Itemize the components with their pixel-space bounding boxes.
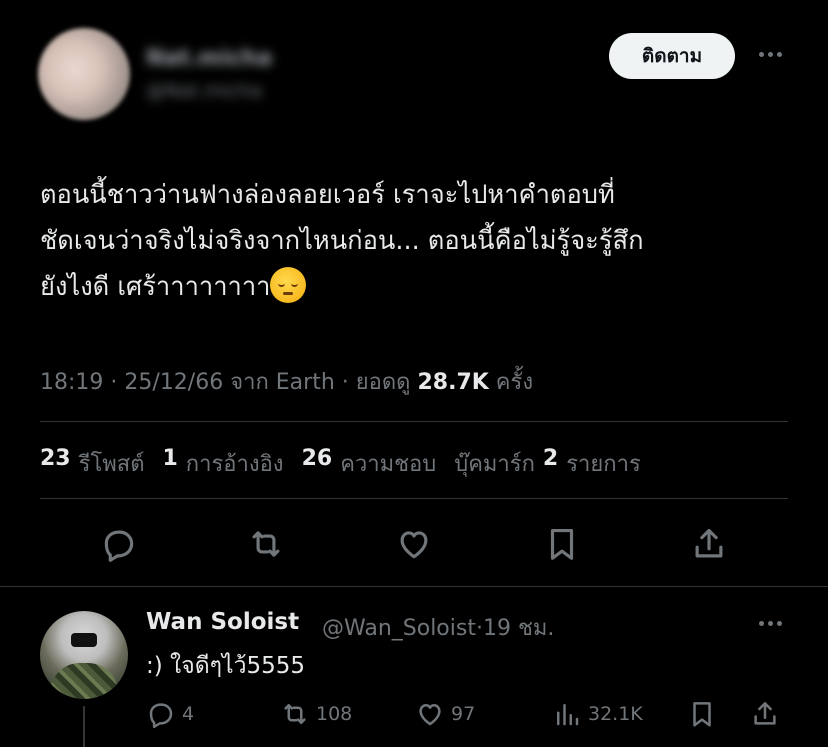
reply-text: :) ใจดีๆไว้5555 [146, 653, 306, 679]
reply-more-options-icon[interactable] [752, 608, 788, 638]
like-icon[interactable] [394, 524, 434, 564]
repost-count[interactable]: 23 [40, 446, 71, 481]
share-icon[interactable] [689, 524, 729, 564]
bookmark-icon [693, 702, 711, 727]
repost-icon[interactable] [246, 524, 286, 564]
reply-icon[interactable] [99, 524, 139, 564]
follow-button[interactable]: ติดตาม [609, 33, 735, 79]
reply-like-button[interactable]: 97 [415, 697, 475, 731]
more-options-icon[interactable] [752, 36, 788, 72]
pensive-face-emoji-icon [270, 267, 307, 303]
author-handle[interactable]: @Nat.micha [146, 80, 262, 102]
share-icon [754, 702, 776, 725]
reply-reposts-count: 108 [316, 703, 353, 725]
divider [0, 586, 828, 587]
repost-icon [284, 704, 306, 724]
reply-repost-button[interactable]: 108 [280, 697, 352, 731]
like-count[interactable]: 26 [302, 446, 333, 481]
reply-share-button[interactable] [750, 697, 780, 731]
like-icon [419, 704, 441, 726]
quote-count[interactable]: 1 [162, 446, 177, 481]
repost-label[interactable]: รีโพสต์ [79, 446, 145, 481]
reply-separator: · [475, 616, 483, 641]
author-name[interactable]: Nat.micha [146, 46, 272, 71]
views-suffix: ครั้ง [495, 370, 534, 395]
tweet-text: ตอนนี้ชาวว่านฟางล่องลอยเวอร์ เราจะไปหาคำ… [40, 172, 800, 310]
bookmark-icon[interactable] [542, 524, 582, 564]
reply-reply-button[interactable]: 4 [146, 697, 194, 731]
reply-time[interactable]: 19 ชม. [483, 616, 554, 641]
engagement-stats: 23 รีโพสต์ 1 การอ้างอิง 26 ความชอบ บุ๊คม… [40, 446, 659, 481]
tweet-time[interactable]: 18:19 [40, 370, 103, 395]
tweet-source: จาก Earth [230, 370, 335, 395]
reply-replies-count: 4 [182, 703, 195, 725]
thread-line [83, 706, 85, 747]
reply-author-name[interactable]: Wan Soloist [146, 609, 299, 635]
reply-avatar[interactable] [40, 611, 128, 699]
list-count[interactable]: 2 [543, 446, 558, 481]
reply-icon [149, 703, 173, 729]
reply-author-handle[interactable]: @Wan_Soloist [322, 616, 476, 641]
views-count: 28.7K [417, 370, 489, 395]
tweet-date[interactable]: 25/12/66 [124, 370, 223, 395]
author-avatar[interactable] [38, 28, 130, 120]
tweet-text-content: ตอนนี้ชาวว่านฟางล่องลอยเวอร์ เราจะไปหาคำ… [40, 180, 644, 302]
views-chart-icon [557, 704, 579, 726]
divider [40, 498, 788, 499]
tweet-meta: 18:19 · 25/12/66 จาก Earth · ยอดดู 28.7K… [40, 370, 534, 395]
quote-label[interactable]: การอ้างอิง [186, 446, 284, 481]
bookmark-label[interactable]: บุ๊คมาร์ก [454, 446, 535, 481]
views-label: ยอดดู [355, 370, 411, 395]
reply-views-button[interactable]: 32.1K [552, 697, 643, 731]
reply-views-count: 32.1K [588, 703, 643, 725]
reply-handle-time: @Wan_Soloist·19 ชม. [322, 610, 554, 645]
divider [40, 421, 788, 422]
list-label[interactable]: รายการ [566, 446, 641, 481]
like-label[interactable]: ความชอบ [340, 446, 436, 481]
reply-likes-count: 97 [451, 703, 476, 725]
reply-bookmark-button[interactable] [687, 697, 717, 731]
